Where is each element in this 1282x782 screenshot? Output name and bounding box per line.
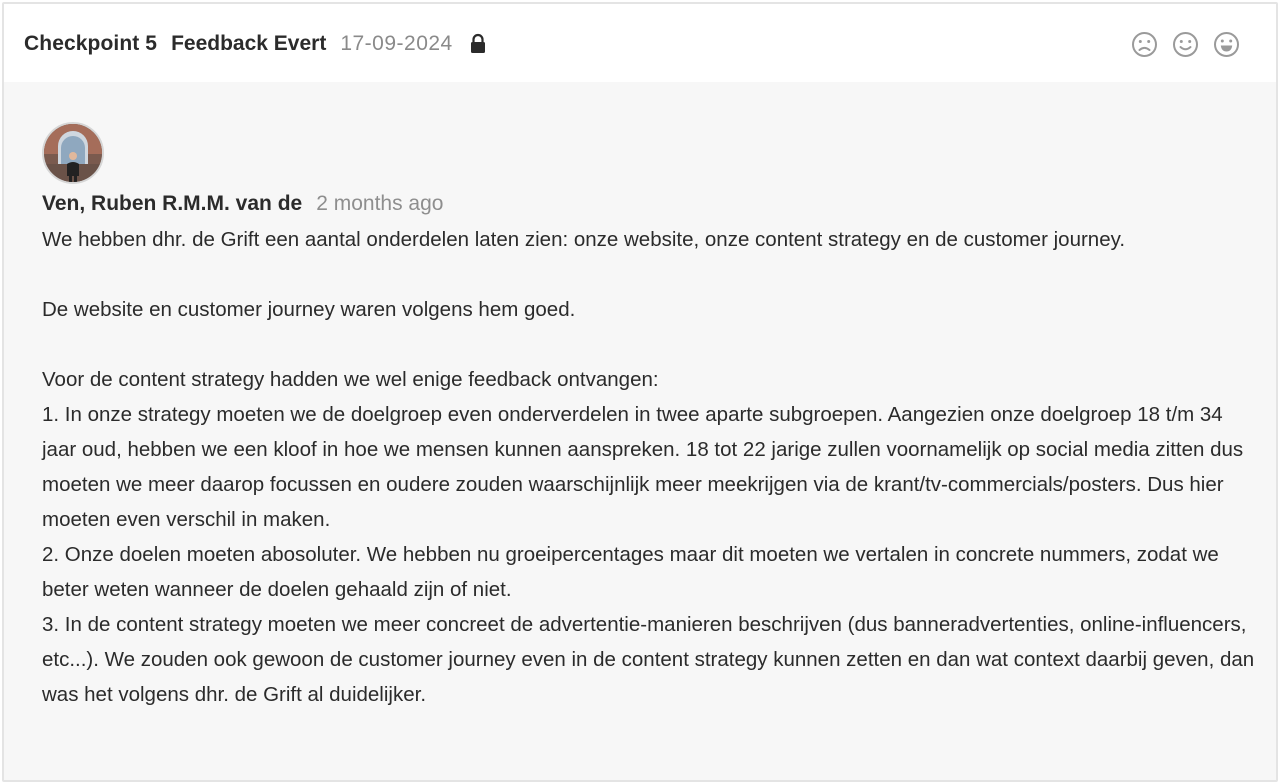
comment-time: 2 months ago — [316, 192, 444, 215]
frown-icon[interactable] — [1131, 31, 1158, 58]
comment-paragraph: We hebben dhr. de Grift een aantal onder… — [42, 228, 1126, 251]
avatar — [42, 122, 104, 184]
comment-meta: Ven, Ruben R.M.M. van de 2 months ago — [42, 192, 1238, 216]
comment-author: Ven, Ruben R.M.M. van de — [42, 192, 303, 215]
comment-paragraph: Voor de content strategy hadden we wel e… — [42, 368, 1255, 706]
smile-icon[interactable] — [1172, 31, 1199, 58]
lock-icon — [469, 33, 487, 55]
reaction-buttons — [1131, 31, 1240, 58]
comment-paragraph: De website en customer journey waren vol… — [42, 298, 576, 321]
comment-area: Ven, Ruben R.M.M. van de 2 months ago We… — [4, 82, 1276, 780]
grin-icon[interactable] — [1213, 31, 1240, 58]
checkpoint-label: Checkpoint 5 — [24, 32, 158, 55]
feedback-date: 17-09-2024 — [340, 32, 453, 55]
comment-text: We hebben dhr. de Grift een aantal onder… — [42, 222, 1262, 712]
feedback-card: Checkpoint 5 Feedback Evert 17-09-2024 V… — [2, 2, 1278, 782]
feedback-title: Feedback Evert — [171, 32, 327, 55]
feedback-header: Checkpoint 5 Feedback Evert 17-09-2024 — [4, 4, 1276, 84]
title-group: Checkpoint 5 Feedback Evert 17-09-2024 — [24, 32, 487, 56]
